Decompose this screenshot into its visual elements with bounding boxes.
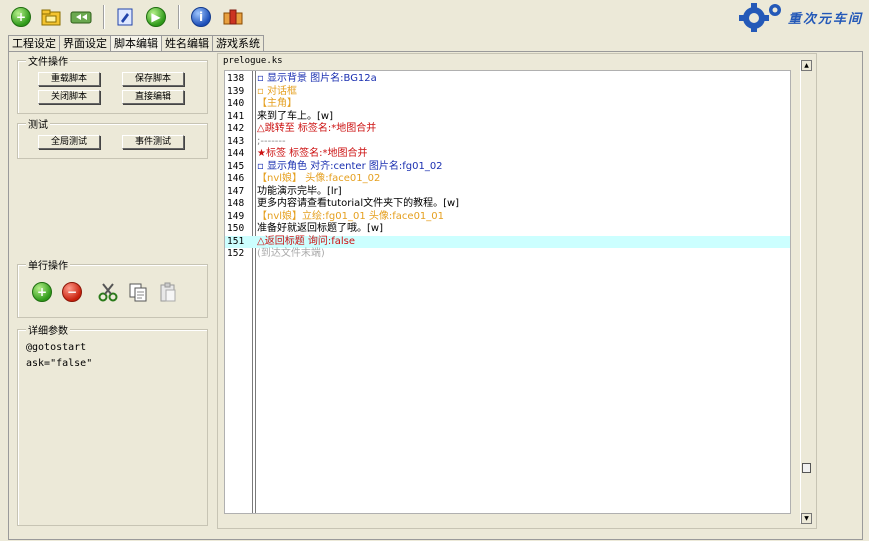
script-line[interactable]: 146 【nvl娘】 头像:face01_02 [225, 173, 790, 186]
line-number: 144 [227, 148, 245, 159]
line-text: 来到了车上。[w] [257, 110, 333, 122]
param-line: ask="false" [26, 358, 93, 369]
line-text: 更多内容请查看tutorial文件夹下的教程。[w] [257, 198, 460, 209]
gear-icon [738, 3, 781, 32]
scroll-thumb[interactable] [802, 463, 811, 473]
file-ops-title: 文件操作 [26, 53, 70, 68]
line-text: ▫ 显示角色 对齐:center 图片名:fg01_02 [257, 160, 443, 172]
scroll-up-arrow[interactable]: ▲ [801, 60, 812, 71]
param-line: @gotostart [26, 342, 87, 353]
event-test-button[interactable]: 事件测试 [122, 135, 184, 149]
new-project-icon[interactable]: + [10, 6, 32, 28]
add-line-icon[interactable]: + [31, 281, 53, 303]
line-number: 147 [227, 185, 245, 197]
line-number: 139 [227, 85, 245, 97]
line-text: 【主角】 [257, 98, 297, 109]
script-editor[interactable]: 138 ▫ 显示背景 图片名:BG12a 139 ▫ 对话框 140 【主角】 141 来到了… [224, 70, 791, 514]
info-icon[interactable]: i [190, 6, 212, 28]
script-line[interactable]: 147 功能演示完毕。[lr] [225, 186, 790, 199]
line-text: △跳转至 标签名:*地图合并 [257, 123, 377, 134]
editor-scrollbar[interactable]: ▲ ▼ [800, 60, 812, 524]
main-tabs: 工程设定 界面设定 脚本编辑 姓名编辑 游戏系统 [8, 35, 264, 51]
script-line[interactable]: 145 ▫ 显示角色 对齐:center 图片名:fg01_02 [225, 161, 790, 174]
script-line[interactable]: 141 来到了车上。[w] [225, 111, 790, 124]
script-line[interactable]: 150 准备好就返回标题了哦。[w] [225, 223, 790, 236]
line-number: 145 [227, 160, 245, 172]
line-number: 151 [227, 235, 245, 247]
toolbar: + ▶ i 重次元车间 [0, 0, 869, 34]
script-line[interactable]: 149 【nvl娘】立绘:fg01_01 头像:face01_01 [225, 211, 790, 224]
line-number: 150 [227, 223, 245, 234]
line-text: ▫ 对话框 [257, 85, 297, 97]
line-text: 【nvl娘】 头像:face01_02 [257, 173, 381, 184]
line-text: ▫ 显示背景 图片名:BG12a [257, 73, 377, 84]
line-text: 准备好就返回标题了哦。[w] [257, 223, 383, 234]
line-number: 149 [227, 210, 245, 222]
line-text: △返回标题 询问:false [257, 235, 356, 247]
tab-ui-settings[interactable]: 界面设定 [59, 35, 111, 51]
script-line[interactable]: 151 △返回标题 询问:false [225, 235, 790, 248]
refresh-icon[interactable] [70, 6, 92, 28]
line-text: ★标签 标签名:*地图合并 [257, 148, 368, 159]
line-text: (到达文件末端) [257, 248, 325, 259]
script-filename: prelogue.ks [223, 56, 283, 66]
line-number: 141 [227, 110, 245, 122]
script-line[interactable]: 138 ▫ 显示背景 图片名:BG12a [225, 73, 790, 86]
line-number: 146 [227, 173, 245, 184]
close-script-button[interactable]: 关闭脚本 [38, 90, 100, 104]
script-line[interactable]: 140 【主角】 [225, 98, 790, 111]
logo-text: 重次元车间 [787, 11, 863, 27]
params-title: 详细参数 [26, 322, 70, 337]
open-folder-icon[interactable] [40, 6, 62, 28]
test-title: 测试 [26, 116, 50, 131]
tab-project-settings[interactable]: 工程设定 [8, 35, 60, 51]
script-line[interactable]: 148 更多内容请查看tutorial文件夹下的教程。[w] [225, 198, 790, 211]
delete-line-icon[interactable]: − [61, 281, 83, 303]
line-number: 152 [227, 248, 245, 259]
paste-icon[interactable] [157, 281, 179, 303]
cut-icon[interactable] [97, 281, 119, 303]
line-number: 143 [227, 135, 245, 147]
single-line-title: 单行操作 [26, 257, 70, 272]
script-icon[interactable] [114, 6, 136, 28]
tab-game-system[interactable]: 游戏系统 [212, 35, 264, 51]
reload-script-button[interactable]: 重载脚本 [38, 72, 100, 86]
line-number: 142 [227, 123, 245, 134]
line-text: 功能演示完毕。[lr] [257, 185, 342, 197]
script-line[interactable]: 139 ▫ 对话框 [225, 86, 790, 99]
script-line[interactable]: 142 △跳转至 标签名:*地图合并 [225, 123, 790, 136]
app-logo: 重次元车间 [738, 2, 863, 32]
line-text: ;------- [257, 135, 286, 147]
line-number: 138 [227, 73, 245, 84]
play-icon[interactable]: ▶ [145, 6, 167, 28]
save-script-button[interactable]: 保存脚本 [122, 72, 184, 86]
scroll-down-arrow[interactable]: ▼ [801, 513, 812, 524]
line-number: 148 [227, 198, 245, 209]
script-line[interactable]: 152 (到达文件末端) [225, 248, 790, 261]
global-test-button[interactable]: 全局测试 [38, 135, 100, 149]
tab-script-edit[interactable]: 脚本编辑 [110, 35, 162, 51]
line-number: 140 [227, 98, 245, 109]
script-line[interactable]: 143 ;------- [225, 136, 790, 149]
tab-name-edit[interactable]: 姓名编辑 [161, 35, 213, 51]
line-text: 【nvl娘】立绘:fg01_01 头像:face01_01 [257, 210, 445, 222]
package-icon[interactable] [222, 6, 244, 28]
file-ops-group: 文件操作 [17, 53, 208, 114]
copy-icon[interactable] [127, 281, 149, 303]
direct-edit-button[interactable]: 直接编辑 [122, 90, 184, 104]
params-text: @gotostart ask="false" [26, 340, 92, 372]
script-line[interactable]: 144 ★标签 标签名:*地图合并 [225, 148, 790, 161]
